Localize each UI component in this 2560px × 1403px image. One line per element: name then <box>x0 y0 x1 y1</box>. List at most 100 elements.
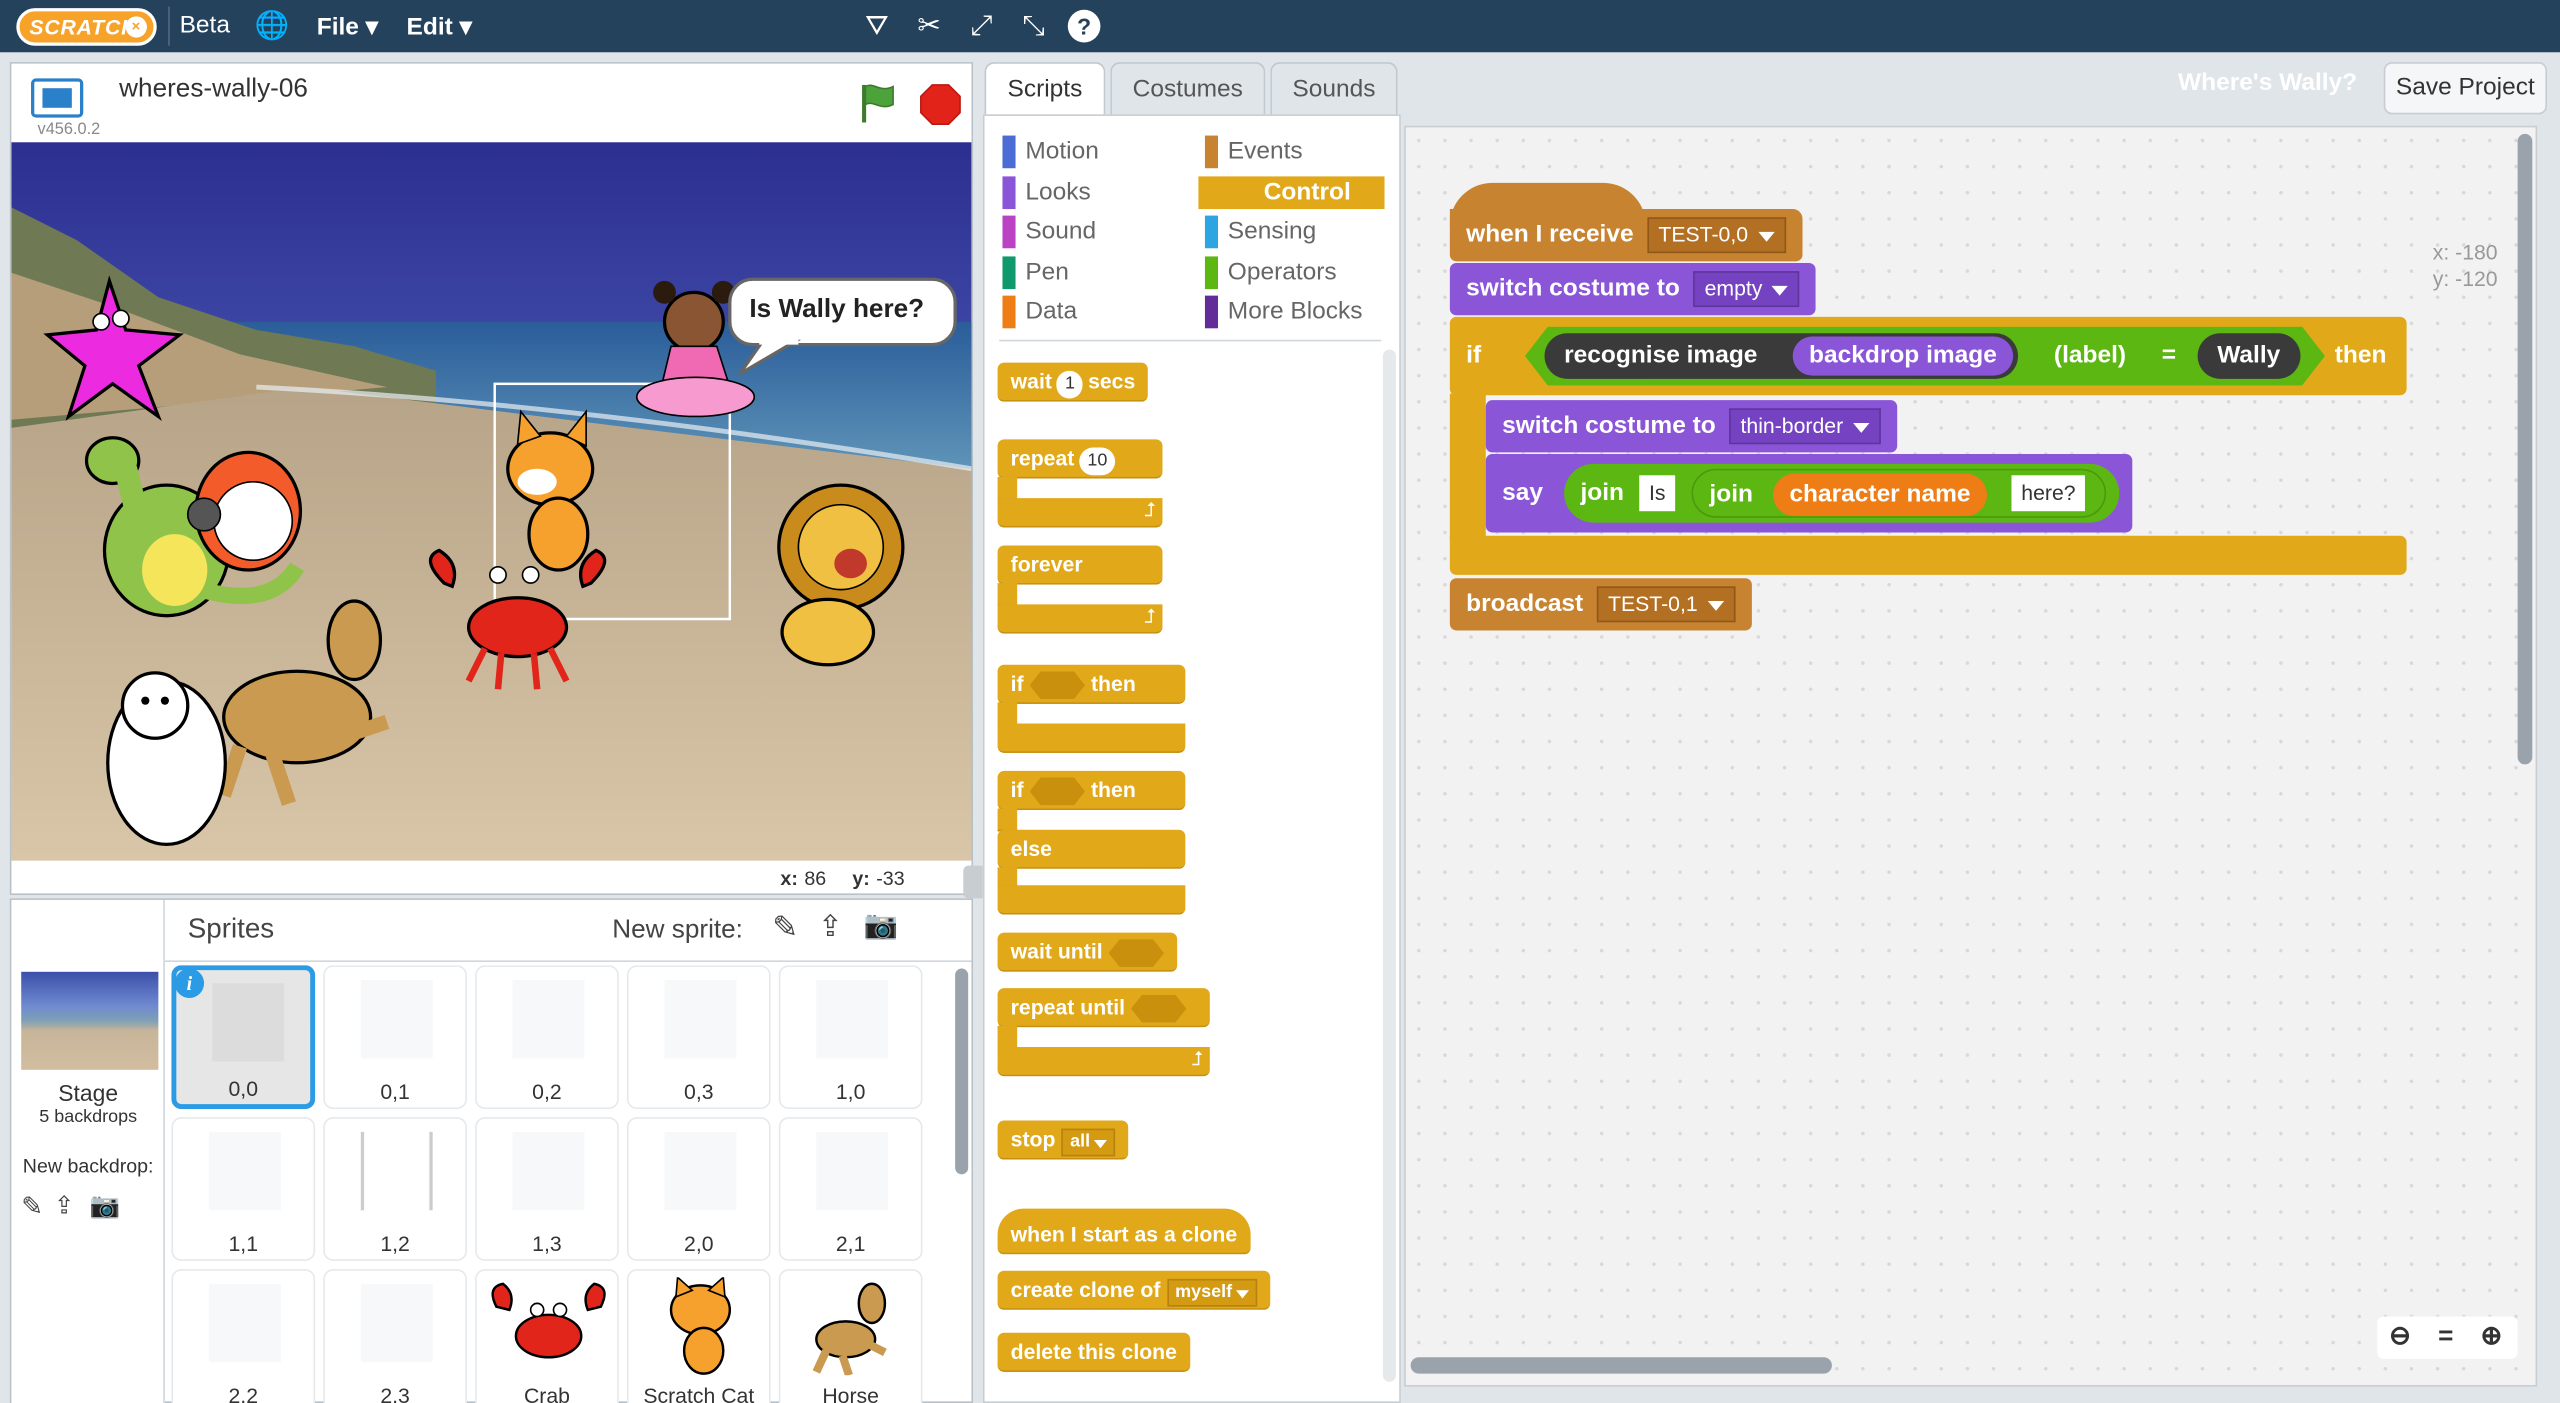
delete-clone-block[interactable]: delete this clone <box>997 1332 1191 1372</box>
upload-icon[interactable]: ⇪ <box>54 1191 75 1220</box>
wally-reporter[interactable]: Wally <box>2197 333 2300 379</box>
scratch-logo[interactable]: SCRATCH × <box>16 8 157 46</box>
message-dropdown[interactable]: TEST-0,0 <box>1646 217 1786 254</box>
paint-new-sprite-icon[interactable]: ✎ <box>772 910 798 948</box>
edit-menu[interactable]: Edit ▾ <box>407 11 472 41</box>
category-motion[interactable]: Motion <box>1002 135 1099 169</box>
block-input[interactable]: 1 <box>1056 370 1084 399</box>
block-text: secs <box>1088 369 1136 394</box>
sprite-tile[interactable]: 1,2 <box>323 1117 467 1261</box>
category-events[interactable]: Events <box>1204 135 1303 169</box>
category-control[interactable]: Control <box>1198 176 1385 210</box>
sprite-tile[interactable]: Horse <box>778 1269 923 1403</box>
sprite-tile[interactable]: 2,3 <box>323 1269 467 1403</box>
stage-canvas[interactable]: Is Wally here? <box>11 142 972 861</box>
sprite-tile[interactable]: Scratch Cat <box>626 1269 771 1403</box>
join-text-input[interactable]: here? <box>2011 475 2086 512</box>
create-clone-block[interactable]: create clone of myself <box>997 1270 1270 1310</box>
info-icon[interactable]: i <box>174 968 205 998</box>
sprite-tile[interactable]: 2,0 <box>626 1117 771 1261</box>
grow-icon[interactable]: ⤢ <box>965 10 998 43</box>
stop-dropdown[interactable]: all <box>1061 1128 1115 1157</box>
help-icon[interactable]: ? <box>1067 9 1101 43</box>
category-looks[interactable]: Looks <box>1002 176 1091 210</box>
character-name-reporter[interactable]: character name <box>1773 473 1987 517</box>
paint-brush-icon[interactable]: ✎ <box>21 1191 43 1224</box>
block-input[interactable]: 10 <box>1079 447 1116 476</box>
zoom-in-icon[interactable]: ⊕ <box>2475 1321 2508 1354</box>
green-flag-icon[interactable] <box>854 80 900 126</box>
file-menu[interactable]: File ▾ <box>317 11 378 41</box>
presentation-mode-icon[interactable] <box>31 78 84 118</box>
when-start-as-clone-block[interactable]: when I start as a clone <box>997 1208 1251 1255</box>
broadcast-dropdown[interactable]: TEST-0,1 <box>1596 586 1736 623</box>
stop-block[interactable]: stop all <box>997 1120 1128 1160</box>
costume-dropdown[interactable]: empty <box>1693 271 1800 308</box>
save-project-button[interactable]: Save Project <box>2383 62 2548 115</box>
duplicate-icon[interactable]: ⛛ <box>860 10 893 43</box>
upload-sprite-icon[interactable]: ⇪ <box>818 910 843 944</box>
boolean-slot[interactable] <box>1108 939 1165 968</box>
sprite-tile[interactable]: 0,0 i <box>171 965 316 1110</box>
category-more-blocks[interactable]: More Blocks <box>1204 295 1363 329</box>
category-sensing[interactable]: Sensing <box>1204 215 1316 249</box>
stage-thumbnail[interactable] <box>21 971 159 1070</box>
when-i-receive-block[interactable]: when I receive TEST-0,0 <box>1449 209 1802 262</box>
sprite-list-scrollbar[interactable] <box>955 968 969 1175</box>
costume-dropdown[interactable]: thin-border <box>1729 408 1881 445</box>
camera-icon[interactable]: 📷 <box>90 1191 121 1220</box>
sprite-tile[interactable]: 1,1 <box>171 1117 316 1261</box>
project-name-input[interactable]: wheres-wally-06 <box>119 75 308 104</box>
forever-block[interactable]: forever <box>997 545 1163 585</box>
sprite-tile[interactable]: 1,3 <box>475 1117 619 1261</box>
switch-costume-block[interactable]: switch costume to empty <box>1449 262 1817 316</box>
sprite-tile[interactable]: 1,0 <box>778 965 923 1110</box>
sprite-tile[interactable]: 2,2 <box>171 1269 316 1403</box>
globe-icon[interactable]: 🌐 <box>255 10 290 43</box>
repeat-until-block[interactable]: repeat until <box>997 988 1210 1028</box>
sprite-tile[interactable]: 2,1 <box>778 1117 923 1261</box>
if-then-block[interactable]: if then <box>997 664 1186 704</box>
sprite-thumbnail <box>212 983 285 1062</box>
stage-collapse-handle[interactable] <box>963 865 983 899</box>
camera-sprite-icon[interactable]: 📷 <box>864 910 899 943</box>
repeat-block[interactable]: repeat 10 <box>997 439 1163 479</box>
mouse-y-value: -33 <box>876 867 905 891</box>
broadcast-block[interactable]: broadcast TEST-0,1 <box>1449 578 1752 631</box>
sprite-tile[interactable]: 0,2 <box>475 965 619 1110</box>
switch-costume-block[interactable]: switch costume to thin-border <box>1485 400 1898 453</box>
say-block[interactable]: say join Is join character name here? <box>1485 454 2133 533</box>
category-color-swatch <box>1204 295 1218 329</box>
category-sound[interactable]: Sound <box>1002 215 1096 249</box>
shrink-icon[interactable]: ⤡ <box>1017 10 1050 43</box>
script-vertical-scrollbar[interactable] <box>2517 133 2533 765</box>
boolean-slot[interactable] <box>1130 994 1187 1023</box>
boolean-slot[interactable] <box>1029 777 1086 806</box>
palette-scrollbar[interactable] <box>1382 349 1396 1382</box>
tab-costumes[interactable]: Costumes <box>1110 62 1266 116</box>
tab-sounds[interactable]: Sounds <box>1270 62 1398 116</box>
stop-sign-icon[interactable] <box>919 83 961 125</box>
tab-scripts[interactable]: Scripts <box>984 62 1106 116</box>
block-text: repeat <box>1010 445 1075 471</box>
sprite-tile[interactable]: 0,3 <box>626 965 771 1110</box>
wait-until-block[interactable]: wait until <box>997 932 1178 972</box>
backdrop-image-reporter[interactable]: backdrop image <box>1792 336 2014 376</box>
category-pen[interactable]: Pen <box>1002 256 1069 290</box>
sprite-tile[interactable]: Crab <box>475 1269 619 1403</box>
sprite-tile[interactable]: 0,1 <box>323 965 467 1110</box>
stage-selector[interactable]: Stage 5 backdrops New backdrop: ✎ ⇪ 📷 <box>11 899 165 1403</box>
wait-secs-block[interactable]: wait 1 secs <box>997 362 1149 402</box>
cut-icon[interactable]: ✂ <box>913 10 946 43</box>
block-text: then <box>1090 777 1136 802</box>
clone-target-dropdown[interactable]: myself <box>1166 1278 1257 1307</box>
category-operators[interactable]: Operators <box>1204 256 1337 290</box>
join-text-input[interactable]: Is <box>1639 475 1676 512</box>
if-then-else-block[interactable]: if then <box>997 770 1186 811</box>
script-horizontal-scrollbar[interactable] <box>1410 1357 1832 1374</box>
zoom-out-icon[interactable]: ⊖ <box>2384 1321 2417 1354</box>
if-then-block[interactable]: if recognise image backdrop image (label… <box>1449 316 2407 396</box>
zoom-reset-icon[interactable]: = <box>2429 1321 2462 1354</box>
boolean-slot[interactable] <box>1029 671 1086 700</box>
category-data[interactable]: Data <box>1002 295 1077 329</box>
